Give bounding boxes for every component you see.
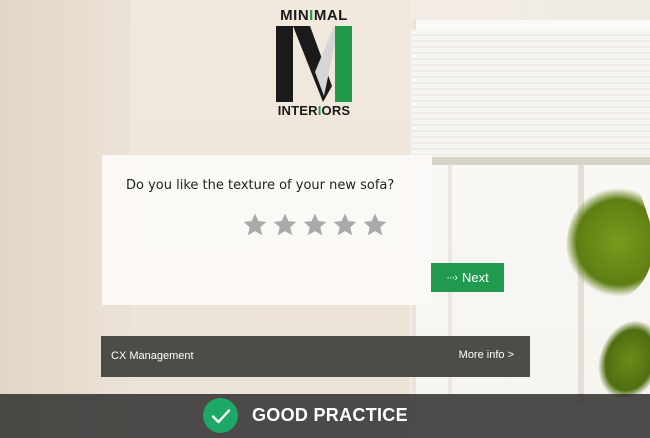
star-2[interactable] [272, 212, 298, 238]
logo-bottom-text: INTERIORS [277, 103, 351, 118]
cx-footer-bar: CX Management More info > [101, 336, 530, 377]
star-icon [273, 213, 297, 236]
survey-question: Do you like the texture of your new sofa… [126, 178, 395, 193]
star-icon [333, 213, 357, 236]
star-5[interactable] [362, 212, 388, 238]
banner-label: GOOD PRACTICE [252, 405, 408, 425]
star-1[interactable] [242, 212, 268, 238]
logo-m-mark [274, 26, 354, 102]
star-icon [303, 213, 327, 236]
star-3[interactable] [302, 212, 328, 238]
next-button-label: Next [461, 270, 489, 285]
brand-logo: MINIMAL INTERIORS [272, 8, 356, 120]
star-rating [242, 212, 388, 238]
check-icon [203, 398, 238, 433]
more-info-link[interactable]: More info > [459, 349, 514, 361]
star-4[interactable] [332, 212, 358, 238]
dotted-arrow-icon: ···› [446, 271, 458, 284]
cx-title: CX Management [111, 350, 194, 362]
survey-card: Do you like the texture of your new sofa… [102, 155, 504, 305]
star-icon [363, 213, 387, 236]
window-frame [412, 157, 650, 165]
logo-top-text: MINIMAL [280, 7, 348, 24]
star-icon [243, 213, 267, 236]
window-blind [412, 30, 650, 158]
next-button[interactable]: ···› Next [431, 263, 504, 292]
